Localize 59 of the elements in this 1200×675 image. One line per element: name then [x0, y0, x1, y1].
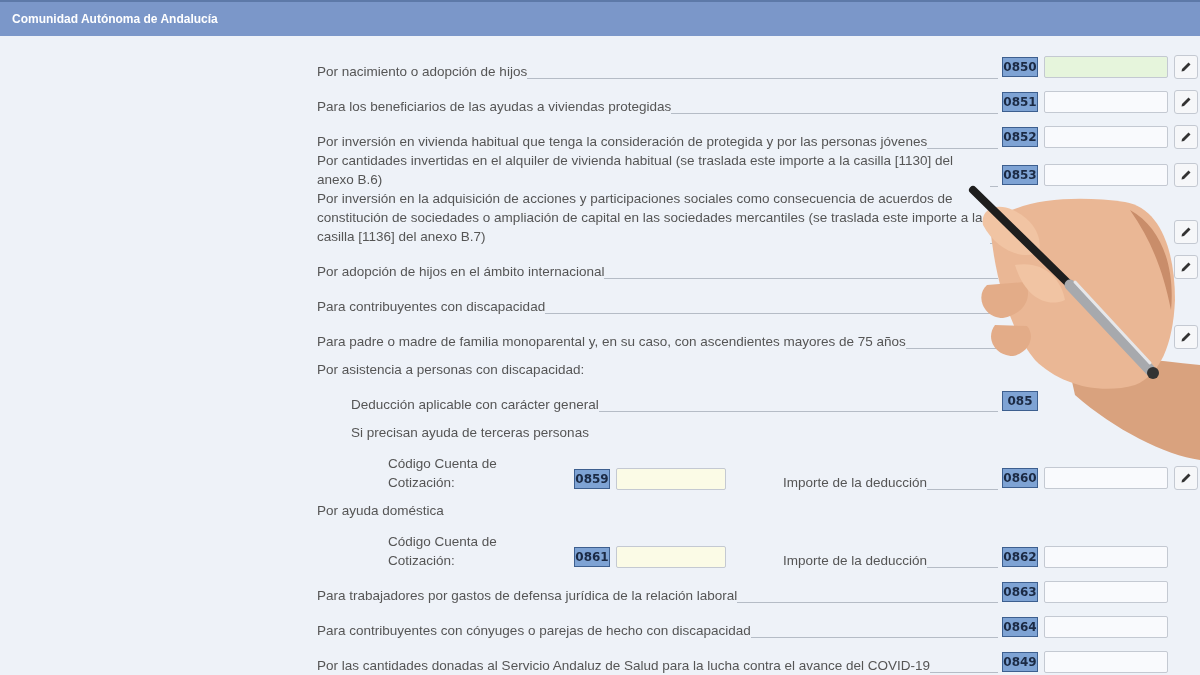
box-code: 085: [1002, 391, 1038, 411]
amount-field[interactable]: [1044, 546, 1168, 568]
row-label: Por adopción de hijos en el ámbito internacional: [317, 263, 605, 281]
pencil-icon: [1181, 97, 1191, 107]
code-field[interactable]: [616, 468, 726, 490]
amount-field[interactable]: [1044, 651, 1168, 673]
amount-field[interactable]: [1044, 56, 1168, 78]
code-field[interactable]: [616, 546, 726, 568]
box-code: 0853: [1002, 165, 1038, 185]
pencil-icon: [1181, 62, 1191, 72]
box-code: 0849: [1002, 652, 1038, 672]
row-label: Importe de la deducción: [783, 552, 928, 570]
edit-button[interactable]: [1174, 125, 1198, 149]
edit-button[interactable]: [1174, 220, 1198, 244]
box-code: 0850: [1002, 57, 1038, 77]
amount-field[interactable]: [1044, 91, 1168, 113]
row-label: Por cantidades invertidas en el alquiler de vivienda habitual (se traslada este importe a la casilla [1130] del anexo B.6): [317, 152, 955, 189]
amount-field[interactable]: [1044, 616, 1168, 638]
section-title: Comunidad Autónoma de Andalucía: [12, 12, 218, 26]
box-code: 0862: [1002, 547, 1038, 567]
pencil-icon: [1181, 132, 1191, 142]
box-code: 0860: [1002, 468, 1038, 488]
edit-button[interactable]: [1174, 325, 1198, 349]
row-label: Código Cuenta de Cotización:: [388, 455, 498, 492]
section-label: Si precisan ayuda de terceras personas: [351, 424, 589, 442]
section-label: Por ayuda doméstica: [317, 502, 444, 520]
row-label: Por inversión en la adquisición de acciones y participaciones sociales como consecuencia de acuerdos de constitución de sociedades o ampliación de capital en las sociedades mercantiles (se traslada este importe a la casilla [1136] del anexo B.7): [317, 190, 984, 246]
edit-button[interactable]: [1174, 55, 1198, 79]
row-label: Por inversión en vivienda habitual que tenga la consideración de protegida y por las personas jóvenes: [317, 133, 928, 151]
box-code: 0851: [1002, 92, 1038, 112]
amount-field[interactable]: [1044, 581, 1168, 603]
amount-field[interactable]: [1044, 467, 1168, 489]
row-label: Para trabajadores por gastos de defensa jurídica de la relación laboral: [317, 587, 738, 605]
pencil-icon: [1181, 227, 1191, 237]
pencil-icon: [1181, 170, 1191, 180]
edit-button[interactable]: [1174, 466, 1198, 490]
row-label: Para contribuyentes con cónyuges o parejas de hecho con discapacidad: [317, 622, 751, 640]
pencil-icon: [1181, 262, 1191, 272]
row-label: Para contribuyentes con discapacidad: [317, 298, 546, 316]
pencil-icon: [1181, 473, 1191, 483]
row-label: Importe de la deducción: [783, 474, 928, 492]
section-label: Por asistencia a personas con discapacidad:: [317, 361, 585, 379]
row-label: Por nacimiento o adopción de hijos: [317, 63, 528, 81]
box-code: 0864: [1002, 617, 1038, 637]
row-label: Por las cantidades donadas al Servicio Andaluz de Salud para la lucha contra el avance del COVID-19: [317, 657, 931, 675]
row-label: Para los beneficiarios de las ayudas a viviendas protegidas: [317, 98, 672, 116]
amount-field[interactable]: [1044, 126, 1168, 148]
row-label: Código Cuenta de Cotización:: [388, 533, 498, 570]
row-label: Para padre o madre de familia monoparental y, en su caso, con ascendientes mayores de 75 años: [317, 333, 906, 351]
pencil-icon: [1181, 332, 1191, 342]
amount-field[interactable]: [1044, 164, 1168, 186]
box-code: 0852: [1002, 127, 1038, 147]
box-code: 0863: [1002, 582, 1038, 602]
edit-button[interactable]: [1174, 163, 1198, 187]
edit-button[interactable]: [1174, 255, 1198, 279]
box-code: 0859: [574, 469, 610, 489]
edit-button[interactable]: [1174, 90, 1198, 114]
box-code: 0861: [574, 547, 610, 567]
row-label: Deducción aplicable con carácter general: [351, 396, 599, 414]
